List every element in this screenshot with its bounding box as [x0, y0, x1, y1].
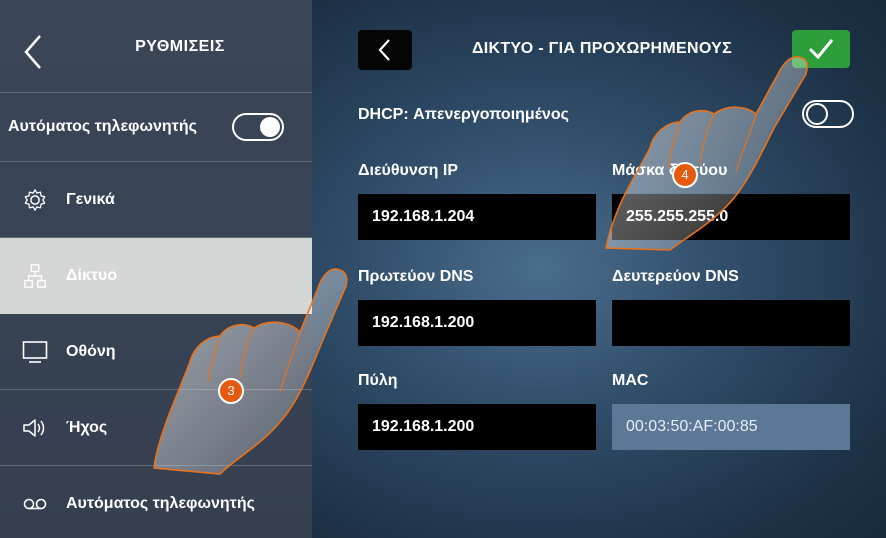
- sidebar-item-label: Αυτόματος τηλεφωνητής: [66, 495, 255, 512]
- network-advanced-panel: ΔΙΚΤΥΟ - ΓΙΑ ΠΡΟΧΩΡΗΜΕΝΟΥΣ DHCP: Απενεργ…: [312, 0, 886, 538]
- back-chevron-icon[interactable]: [20, 32, 46, 72]
- mac-label: MAC: [612, 372, 649, 389]
- step-badge-4: 4: [672, 162, 698, 188]
- sidebar-title: ΡΥΘΜΙΣΕΙΣ: [135, 38, 225, 55]
- sidebar-item-label: Δίκτυο: [66, 267, 118, 284]
- settings-sidebar: ΡΥΘΜΙΣΕΙΣ Αυτόματος τηλεφωνητής Γενικά Δ…: [0, 0, 312, 538]
- secondary-dns-label: Δευτερεύον DNS: [612, 268, 739, 285]
- dhcp-status-label: DHCP: Απενεργοποιημένος: [358, 106, 569, 123]
- sidebar-item-answering-machine[interactable]: Αυτόματος τηλεφωνητής: [0, 466, 312, 538]
- gateway-label: Πύλη: [358, 372, 398, 389]
- sidebar-item-label: Οθόνη: [66, 343, 116, 360]
- sidebar-header: ΡΥΘΜΙΣΕΙΣ: [0, 0, 312, 92]
- network-icon: [24, 264, 46, 288]
- answering-machine-toggle[interactable]: [232, 113, 284, 141]
- back-button[interactable]: [358, 30, 412, 70]
- subnet-mask-field[interactable]: 255.255.255.0: [612, 194, 850, 240]
- voicemail-icon: [23, 498, 47, 510]
- gateway-field[interactable]: 192.168.1.200: [358, 404, 596, 450]
- speaker-icon: [23, 419, 45, 437]
- device-screen: ΡΥΘΜΙΣΕΙΣ Αυτόματος τηλεφωνητής Γενικά Δ…: [0, 0, 886, 538]
- primary-dns-field[interactable]: 192.168.1.200: [358, 300, 596, 346]
- toggle-knob: [806, 103, 828, 125]
- ip-address-label: Διεύθυνση IP: [358, 162, 458, 179]
- answering-machine-toggle-row: Αυτόματος τηλεφωνητής: [0, 92, 312, 162]
- back-chevron-icon: [378, 39, 390, 61]
- sidebar-item-label: Ήχος: [66, 419, 108, 436]
- mac-field: 00:03:50:AF:00:85: [612, 404, 850, 450]
- checkmark-icon: [808, 39, 834, 60]
- subnet-mask-label: Μάσκα δικτύου: [612, 162, 728, 179]
- sidebar-item-general[interactable]: Γενικά: [0, 162, 312, 238]
- gear-icon: [24, 189, 46, 211]
- toggle-knob: [260, 117, 280, 137]
- monitor-icon: [22, 341, 48, 363]
- primary-dns-label: Πρωτεύον DNS: [358, 268, 474, 285]
- secondary-dns-field[interactable]: [612, 300, 850, 346]
- confirm-button[interactable]: [792, 30, 850, 68]
- sidebar-item-label: Γενικά: [66, 191, 115, 208]
- dhcp-toggle[interactable]: [802, 100, 854, 128]
- page-title: ΔΙΚΤΥΟ - ΓΙΑ ΠΡΟΧΩΡΗΜΕΝΟΥΣ: [471, 40, 733, 57]
- sidebar-item-display[interactable]: Οθόνη: [0, 314, 312, 390]
- step-badge-3: 3: [218, 378, 244, 404]
- sidebar-item-network[interactable]: Δίκτυο: [0, 238, 312, 314]
- ip-address-field[interactable]: 192.168.1.204: [358, 194, 596, 240]
- sidebar-item-sound[interactable]: Ήχος: [0, 390, 312, 466]
- answering-machine-toggle-label: Αυτόματος τηλεφωνητής: [8, 118, 197, 135]
